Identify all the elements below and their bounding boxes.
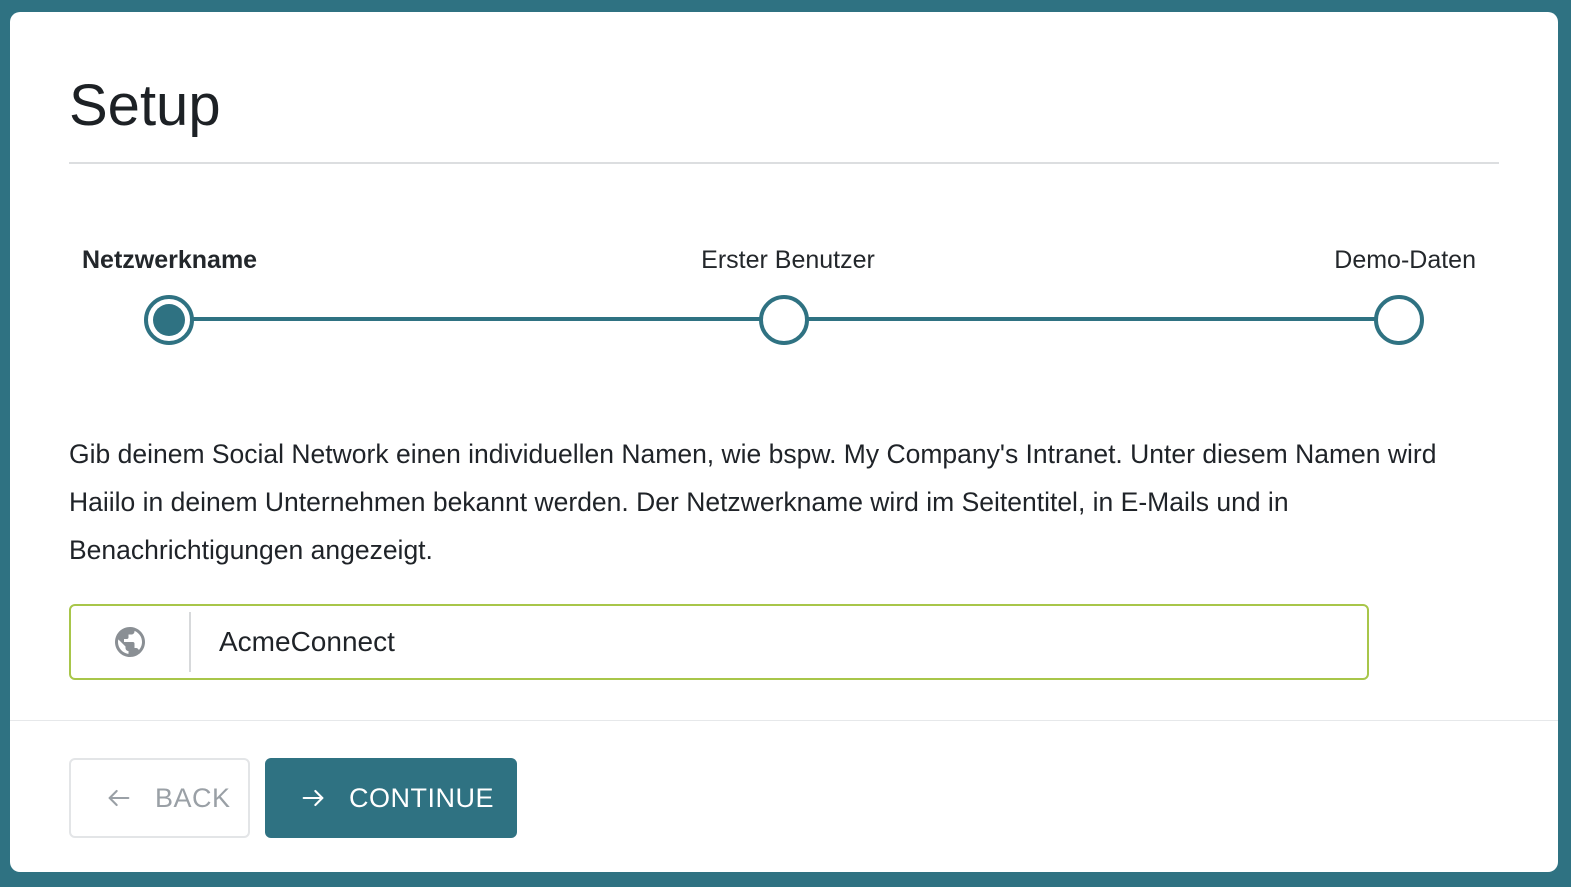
arrow-left-icon bbox=[105, 784, 133, 812]
arrow-right-icon bbox=[299, 784, 327, 812]
step-dot-netzwerkname[interactable] bbox=[144, 295, 194, 345]
step-dot-erster-benutzer[interactable] bbox=[759, 295, 809, 345]
step-label-netzwerkname[interactable]: Netzwerkname bbox=[82, 244, 257, 276]
setup-card: Setup Netzwerkname Erster Benutzer Demo-… bbox=[10, 12, 1558, 872]
back-button-label: BACK bbox=[155, 782, 231, 813]
footer-divider bbox=[10, 720, 1558, 721]
step-description: Gib deinem Social Network einen individu… bbox=[69, 439, 1437, 565]
network-name-input[interactable] bbox=[191, 612, 1367, 672]
continue-button-label: CONTINUE bbox=[349, 782, 494, 813]
back-button[interactable]: BACK bbox=[69, 758, 250, 838]
step-dot-demo-daten[interactable] bbox=[1374, 295, 1424, 345]
continue-button[interactable]: CONTINUE bbox=[265, 758, 517, 838]
step-label-erster-benutzer[interactable]: Erster Benutzer bbox=[701, 244, 875, 276]
input-addon bbox=[71, 612, 191, 672]
title-divider bbox=[69, 162, 1499, 164]
page-title: Setup bbox=[69, 73, 221, 138]
step-dot-active-fill bbox=[153, 304, 185, 336]
globe-icon bbox=[115, 627, 145, 657]
network-name-field[interactable] bbox=[69, 604, 1369, 680]
step-label-demo-daten[interactable]: Demo-Daten bbox=[1334, 244, 1476, 276]
